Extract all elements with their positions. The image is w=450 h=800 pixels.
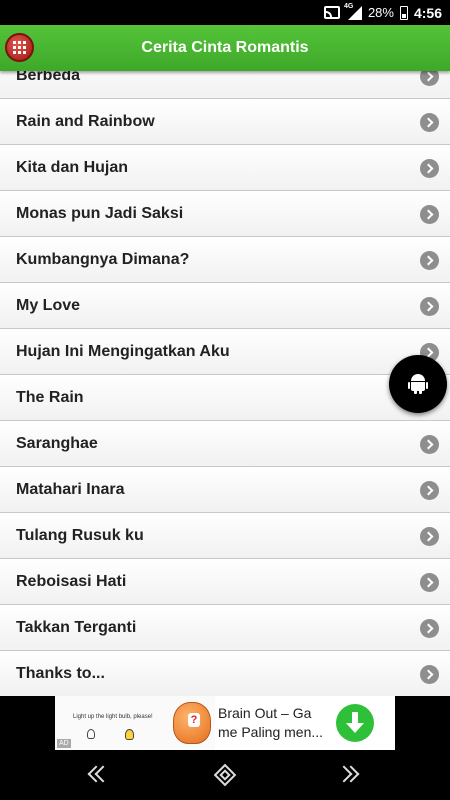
download-icon[interactable] <box>336 704 374 742</box>
grid-icon <box>13 41 26 54</box>
list-item[interactable]: Takkan Terganti <box>0 605 450 651</box>
list-item[interactable]: Tulang Rusuk ku <box>0 513 450 559</box>
ad-artwork: Light up the light bulb, please! AD ? <box>55 696 215 750</box>
chevron-right-icon <box>420 113 439 132</box>
list-item-label: Takkan Terganti <box>16 619 137 636</box>
recent-apps-icon[interactable] <box>335 763 362 787</box>
status-icons: 4G 28% 4:56 <box>323 0 442 25</box>
list-item-label: Tulang Rusuk ku <box>16 527 144 544</box>
list-item[interactable]: Hujan Ini Mengingatkan Aku <box>0 329 450 375</box>
android-icon <box>408 374 428 394</box>
list-item[interactable]: Thanks to... <box>0 651 450 696</box>
chevron-right-icon <box>420 71 439 86</box>
chevron-right-icon <box>420 573 439 592</box>
story-list[interactable]: Berbeda Rain and Rainbow Kita dan Hujan … <box>0 71 450 696</box>
signal-icon: 4G <box>344 3 362 20</box>
chevron-right-icon <box>420 159 439 178</box>
ad-title-line-2: me Paling men... <box>218 724 324 740</box>
cast-icon <box>323 6 340 19</box>
battery-percent: 28% <box>367 5 394 20</box>
chevron-right-icon <box>420 205 439 224</box>
brain-app-icon: ? <box>173 702 211 744</box>
lightbulb-on-icon <box>125 729 134 740</box>
list-item[interactable]: Reboisasi Hati <box>0 559 450 605</box>
status-bar: 4G 28% 4:56 <box>0 0 450 25</box>
list-item[interactable]: My Love <box>0 283 450 329</box>
question-mark-icon: ? <box>188 713 200 727</box>
battery-icon <box>399 5 408 20</box>
list-item[interactable]: Kumbangnya Dimana? <box>0 237 450 283</box>
list-item-label: Kita dan Hujan <box>16 159 129 176</box>
ad-badge: AD <box>57 739 71 748</box>
list-item-label: Kumbangnya Dimana? <box>16 251 190 268</box>
ad-tagline: Light up the light bulb, please! <box>73 714 153 720</box>
clock: 4:56 <box>413 4 442 21</box>
list-item[interactable]: The Rain <box>0 375 450 421</box>
navigation-bar <box>0 750 450 800</box>
ad-banner[interactable]: Light up the light bulb, please! AD ? Br… <box>55 696 395 750</box>
list-item-label: Rain and Rainbow <box>16 113 155 130</box>
list-item-label: Matahari Inara <box>16 481 125 498</box>
list-item[interactable]: Rain and Rainbow <box>0 99 450 145</box>
ad-title-line-1: Brain Out – Ga <box>218 705 312 721</box>
chevron-right-icon <box>420 665 439 684</box>
list-item-label: Berbeda <box>16 71 81 84</box>
story-list-inner: Berbeda Rain and Rainbow Kita dan Hujan … <box>0 71 450 696</box>
list-item-label: Monas pun Jadi Saksi <box>16 205 184 222</box>
list-item[interactable]: Monas pun Jadi Saksi <box>0 191 450 237</box>
home-icon[interactable] <box>213 763 237 787</box>
list-item-label: Thanks to... <box>16 665 105 682</box>
back-icon[interactable] <box>86 763 112 787</box>
chevron-right-icon <box>420 619 439 638</box>
ad-title[interactable]: Brain Out – Ga me Paling men... <box>218 704 333 742</box>
list-item-label: Reboisasi Hati <box>16 573 127 590</box>
chevron-right-icon <box>420 251 439 270</box>
lightbulb-off-icon <box>87 729 95 739</box>
ad-banner-area: Light up the light bulb, please! AD ? Br… <box>0 696 450 750</box>
list-item-label: My Love <box>16 297 81 314</box>
menu-grid-button[interactable] <box>5 33 34 62</box>
list-item[interactable]: Berbeda <box>0 71 450 99</box>
chevron-right-icon <box>420 481 439 500</box>
list-item-label: The Rain <box>16 389 84 406</box>
chevron-right-icon <box>420 297 439 316</box>
page-title: Cerita Cinta Romantis <box>141 39 309 56</box>
chevron-right-icon <box>420 527 439 546</box>
list-item-label: Saranghae <box>16 435 98 452</box>
list-item[interactable]: Saranghae <box>0 421 450 467</box>
app-bar: Cerita Cinta Romantis <box>0 25 450 71</box>
list-item-label: Hujan Ini Mengingatkan Aku <box>16 343 230 360</box>
list-item[interactable]: Kita dan Hujan <box>0 145 450 191</box>
chevron-right-icon <box>420 435 439 454</box>
list-item[interactable]: Matahari Inara <box>0 467 450 513</box>
android-fab-button[interactable] <box>389 355 447 413</box>
